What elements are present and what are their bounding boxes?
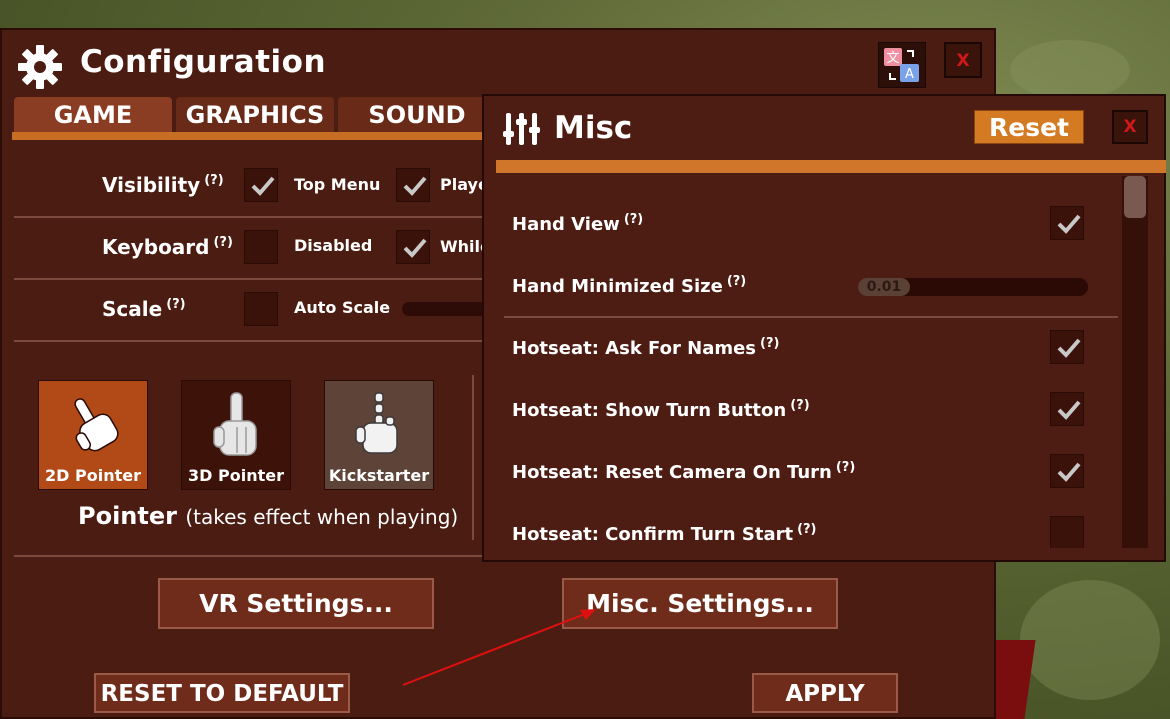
misc-header-bar xyxy=(496,160,1166,173)
list-item: Hand View (?) xyxy=(512,212,643,235)
top-menu-checkbox[interactable] xyxy=(244,168,278,202)
pointer-3d-label: 3D Pointer xyxy=(188,466,284,485)
keyboard-disabled-label: Disabled xyxy=(294,236,373,255)
pointer-kickstarter-label: Kickstarter xyxy=(328,466,430,485)
hand-view-label: Hand View xyxy=(512,214,620,235)
auto-scale-checkbox[interactable] xyxy=(244,292,278,326)
misc-title: Misc xyxy=(554,110,633,146)
hand-view-checkbox[interactable] xyxy=(1050,206,1084,240)
show-turn-button-checkbox[interactable] xyxy=(1050,392,1084,426)
confirm-turn-start-label: Hotseat: Confirm Turn Start xyxy=(512,524,794,545)
svg-text:A: A xyxy=(905,67,914,82)
visibility-label: Visibility xyxy=(102,173,201,197)
help-icon[interactable]: (?) xyxy=(790,398,809,413)
grass-background xyxy=(1010,40,1130,100)
help-icon[interactable]: (?) xyxy=(760,336,779,351)
pointer-caption-note: (takes effect when playing) xyxy=(185,505,459,529)
visibility-setting: Visibility (?) xyxy=(102,173,224,197)
hand-size-slider-value[interactable]: 0.01 xyxy=(858,278,910,296)
checkmark-icon xyxy=(251,176,275,196)
help-icon[interactable]: (?) xyxy=(836,460,855,475)
sliders-icon xyxy=(503,113,540,145)
misc-settings-list: Hand View (?) Hand Minimized Size (?) 0.01… xyxy=(498,176,1120,548)
keyboard-setting: Keyboard (?) xyxy=(102,235,233,259)
help-icon[interactable]: (?) xyxy=(797,522,816,537)
help-icon[interactable]: (?) xyxy=(166,297,185,312)
tab-game[interactable]: GAME xyxy=(14,97,172,132)
keyboard-while-checkbox[interactable] xyxy=(396,230,430,264)
list-item: Hotseat: Confirm Turn Start (?) xyxy=(512,522,817,545)
vr-settings-button[interactable]: VR Settings... xyxy=(158,578,434,629)
misc-reset-button[interactable]: Reset xyxy=(974,110,1084,144)
ask-for-names-checkbox[interactable] xyxy=(1050,330,1084,364)
3d-hand-icon xyxy=(213,392,257,456)
translate-icon: 文 A xyxy=(884,48,919,82)
show-turn-button-label: Hotseat: Show Turn Button xyxy=(512,400,787,421)
language-button[interactable]: 文 A xyxy=(878,42,926,88)
help-icon[interactable]: (?) xyxy=(727,274,746,289)
pointer-caption: Pointer (takes effect when playing) xyxy=(78,502,458,530)
misc-scrollbar[interactable] xyxy=(1122,176,1148,548)
misc-settings-button[interactable]: Misc. Settings... xyxy=(562,578,838,629)
pointer-3d-button[interactable]: 3D Pointer xyxy=(181,380,291,490)
divider xyxy=(14,216,484,218)
misc-dialog: Misc Reset X Hand View (?) Hand Minimized… xyxy=(482,94,1166,562)
window-title: Configuration xyxy=(80,44,327,80)
divider xyxy=(14,278,484,280)
auto-scale-label: Auto Scale xyxy=(294,298,391,317)
apply-button[interactable]: APPLY xyxy=(752,673,898,713)
ask-for-names-label: Hotseat: Ask For Names xyxy=(512,338,757,359)
gear-icon xyxy=(18,45,62,89)
checkmark-icon xyxy=(403,238,427,258)
tab-underline xyxy=(12,132,490,140)
keyboard-label: Keyboard xyxy=(102,235,210,259)
help-icon[interactable]: (?) xyxy=(624,212,643,227)
pointer-2d-button[interactable]: 2D Pointer xyxy=(38,380,148,490)
tab-graphics[interactable]: GRAPHICS xyxy=(176,97,334,132)
scale-slider[interactable] xyxy=(402,302,492,316)
tab-sound[interactable]: SOUND xyxy=(338,97,496,132)
checkmark-icon xyxy=(1057,400,1081,420)
list-item: Hand Minimized Size (?) xyxy=(512,274,746,297)
reset-to-default-button[interactable]: RESET TO DEFAULT xyxy=(94,673,350,713)
help-icon[interactable]: (?) xyxy=(213,235,232,250)
vertical-divider xyxy=(472,375,474,540)
reset-camera-checkbox[interactable] xyxy=(1050,454,1084,488)
divider xyxy=(14,340,484,342)
scale-label: Scale xyxy=(102,297,163,321)
robot-hand-icon xyxy=(355,392,398,454)
grass-background xyxy=(1020,580,1160,700)
top-menu-label: Top Menu xyxy=(294,175,381,194)
svg-text:文: 文 xyxy=(886,51,899,66)
close-button[interactable]: X xyxy=(944,42,982,78)
scroll-thumb[interactable] xyxy=(1124,176,1146,218)
reset-camera-label: Hotseat: Reset Camera On Turn xyxy=(512,462,832,483)
checkmark-icon xyxy=(1057,462,1081,482)
misc-close-button[interactable]: X xyxy=(1112,110,1148,144)
divider xyxy=(504,316,1118,318)
confirm-turn-start-checkbox[interactable] xyxy=(1050,516,1084,548)
pointer-2d-label: 2D Pointer xyxy=(45,466,141,485)
list-item: Hotseat: Ask For Names (?) xyxy=(512,336,779,359)
checkmark-icon xyxy=(1057,214,1081,234)
window-header: Configuration 文 A X xyxy=(2,30,994,96)
keyboard-disabled-checkbox[interactable] xyxy=(244,230,278,264)
scale-setting: Scale (?) xyxy=(102,297,186,321)
player-checkbox[interactable] xyxy=(396,168,430,202)
hand-size-slider[interactable]: 0.01 xyxy=(858,278,1088,296)
checkmark-icon xyxy=(403,176,427,196)
pointer-kickstarter-button[interactable]: Kickstarter xyxy=(324,380,434,490)
pointer-caption-title: Pointer xyxy=(78,502,177,530)
list-item: Hotseat: Reset Camera On Turn (?) xyxy=(512,460,855,483)
hand-minimized-size-label: Hand Minimized Size xyxy=(512,276,723,297)
help-icon[interactable]: (?) xyxy=(204,173,223,188)
checkmark-icon xyxy=(1057,338,1081,358)
list-item: Hotseat: Show Turn Button (?) xyxy=(512,398,810,421)
hand-pointer-icon xyxy=(74,398,119,452)
